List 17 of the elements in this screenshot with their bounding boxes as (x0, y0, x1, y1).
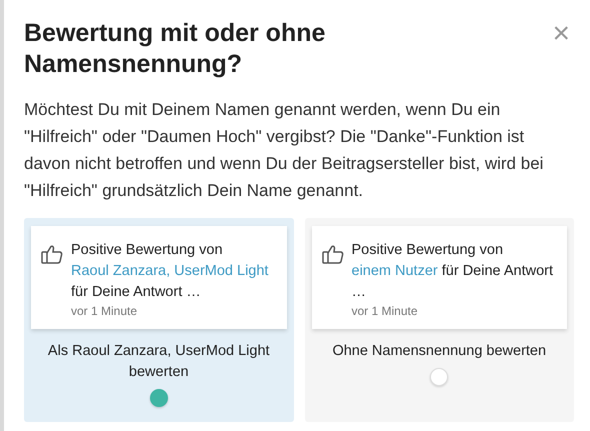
user-link[interactable]: einem Nutzer (352, 263, 438, 279)
notification-time: vor 1 Minute (71, 303, 138, 319)
option-label: Als Raoul Zanzara, UserMod Light bewerten (46, 342, 271, 382)
dialog-description: Möchtest Du mit Deinem Namen genannt werden, wenn Du ein "Hilfreich" oder "Daumen Hoch" vergibst? Die "Danke"-Funktion ist davon nicht betroffen und wenn Du der Beitragsersteller bist, wird bei "Hilfreich" grundsätzlich Dein Name genannt. (24, 99, 544, 202)
dialog-title: Bewertung mit oder ohne Namensnennung? (24, 18, 326, 80)
thumbs-up-icon (322, 244, 344, 264)
option-card[interactable]: Positive Bewertung von einem Nutzer für Deine Antwort … vor 1 Minute Ohne Namensnennung bewerten (304, 218, 574, 422)
user-link[interactable]: Raoul Zanzara, UserMod Light (71, 263, 268, 279)
thumbs-up-icon (41, 244, 63, 264)
close-button[interactable]: × (552, 18, 570, 50)
radio-button[interactable] (150, 389, 168, 407)
notification-text: Positive Bewertung von Raoul Zanzara, UserMod Light für Deine Antwort … (71, 241, 270, 302)
option-card[interactable]: Positive Bewertung von Raoul Zanzara, UserMod Light für Deine Antwort … vor 1 Minute Als Raoul Zanzara, UserMod Light bewerten (24, 218, 294, 422)
radio-button[interactable] (430, 368, 448, 386)
notification-text: Positive Bewertung von einem Nutzer für Deine Antwort … (352, 241, 554, 302)
option-label: Ohne Namensnennung bewerten (331, 342, 548, 361)
notification-time: vor 1 Minute (352, 303, 419, 319)
